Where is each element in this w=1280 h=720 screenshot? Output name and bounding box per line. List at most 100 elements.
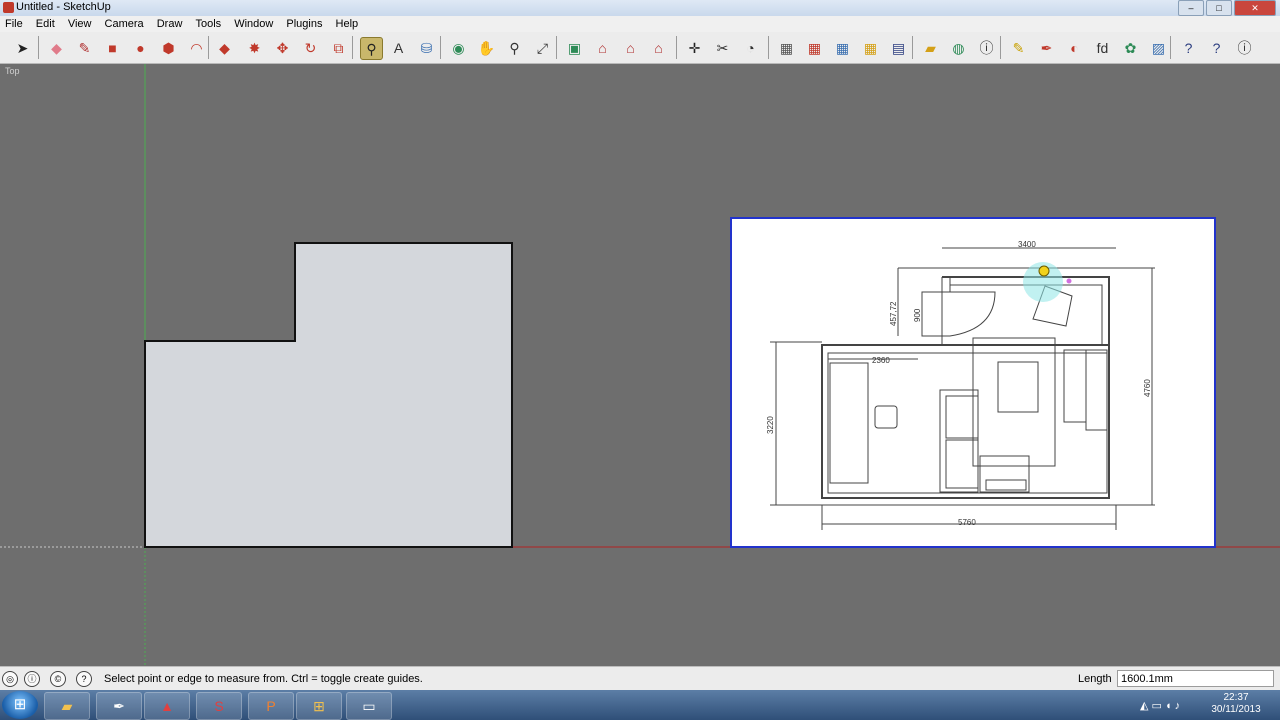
iso-view-icon[interactable]: ⌂ [592,37,613,58]
eraser-tool-icon[interactable]: ◆ [46,37,67,58]
menu-file[interactable]: File [0,16,28,32]
main-toolbar: ➤ ◆ ✎ ■ ● ⬢ ◠ ◆ ✸ ✥ ↻ ⧉ ⚲ A ⛁ ◉ ✋ ⚲ ⤢ ▣ ⌂ ⌂ ⌂ ✛ ✂ ◔ ▦ ▦ ▦ ▦ ▤ ▰ ◍ ⓘ ✎ ✒ ◐ fd ✿… [0,32,1280,64]
menu-help[interactable]: Help [331,16,364,32]
model-canvas[interactable]: 3400 457,72 900 2360 3220 4760 5760 [0,64,1280,666]
menu-edit[interactable]: Edit [31,16,60,32]
clock-time: 22:37 [1223,692,1249,703]
help-question-icon[interactable]: ? [1206,37,1227,58]
dim-bottom: 5760 [958,518,976,527]
pencil-plugin-icon[interactable]: ✎ [1008,37,1029,58]
windows-task-icon[interactable]: ⊞ [296,692,342,720]
toolbar-separator [676,36,677,59]
rectangle-tool-icon[interactable]: ■ [102,37,123,58]
rotate-tool-icon[interactable]: ↻ [300,37,321,58]
zoom-tool-icon[interactable]: ⚲ [504,37,525,58]
maximize-button[interactable]: □ [1206,0,1232,16]
menu-tools[interactable]: Tools [190,16,226,32]
toolbar-separator [38,36,39,59]
toolbar-separator [1000,36,1001,59]
dim-top: 3400 [1018,240,1036,249]
dim-left: 3220 [766,416,775,434]
inkscape-task-icon[interactable]: ✒ [96,692,142,720]
polygon-tool-icon[interactable]: ⬢ [158,37,179,58]
windows-taskbar: ⊞ ▰ ✒ ▲ S P ⊞ ▭ ◭ ▭ ◖ ♪ 22:37 30/11/2013 [0,690,1280,720]
save-icon[interactable]: ▤ [888,37,909,58]
pencil-tool-icon[interactable]: ✎ [74,37,95,58]
window-task-icon[interactable]: ▭ [346,692,392,720]
text-tool-icon[interactable]: A [388,37,409,58]
folder-icon[interactable]: ▰ [920,37,941,58]
orbit-tool-icon[interactable]: ◉ [448,37,469,58]
import-icon[interactable]: ▦ [776,37,797,58]
top-view-icon[interactable]: ⌂ [620,37,641,58]
clock-date: 30/11/2013 [1211,704,1261,715]
start-button[interactable]: ⊞ [2,691,38,719]
title-bar: Untitled - SketchUp – □ ✕ [0,0,1280,16]
help-status-icon[interactable]: ? [76,671,92,687]
tape-measure-tool-icon[interactable]: ⚲ [360,37,383,60]
walk-tool-icon[interactable]: ◔ [740,37,761,58]
export-icon[interactable]: ▦ [804,37,825,58]
window-title: Untitled - SketchUp [16,1,111,13]
select-tool-icon[interactable]: ➤ [12,37,33,58]
image-plugin-icon[interactable]: ▨ [1148,37,1169,58]
zoom-extents-icon[interactable]: ⤢ [532,37,553,58]
arc-tool-icon[interactable]: ◠ [186,37,207,58]
dim-right: 4760 [1143,379,1152,397]
inference-point-icon [1066,278,1072,284]
info-icon[interactable]: ⓘ [1234,37,1255,58]
menu-view[interactable]: View [63,16,97,32]
scale-tool-icon[interactable]: ⧉ [328,37,349,58]
dim-inner-left: 900 [913,308,922,322]
powerpoint-task-icon[interactable]: P [248,692,294,720]
push-pull-tool-icon[interactable]: ◆ [214,37,235,58]
menu-bar: File Edit View Camera Draw Tools Window … [0,16,1280,33]
minimize-button[interactable]: – [1178,0,1204,16]
fire-icon[interactable]: ▦ [860,37,881,58]
model-info-icon[interactable]: ⓘ [976,37,997,58]
component-icon[interactable]: ▣ [564,37,585,58]
move-tool-icon[interactable]: ✥ [272,37,293,58]
sphere-icon[interactable]: ◐ [1064,37,1085,58]
floor-face[interactable] [144,242,513,548]
toolbar-separator [208,36,209,59]
sketchup-app-icon [3,2,14,13]
system-tray[interactable]: ◭ ▭ ◖ ♪ [1140,699,1180,712]
plant-icon[interactable]: ✿ [1120,37,1141,58]
acrobat-task-icon[interactable]: ▲ [144,692,190,720]
credits-icon[interactable]: ⓘ [24,671,40,687]
paint-bucket-icon[interactable]: ⛁ [416,37,437,58]
floor-plan-image[interactable]: 3400 457,72 900 2360 3220 4760 5760 [730,217,1216,548]
menu-camera[interactable]: Camera [100,16,149,32]
view-label: Top [5,66,20,76]
close-button[interactable]: ✕ [1234,0,1276,16]
drawing-viewport[interactable]: Top 3400 457,72 900 2360 3220 4760 5760 [0,64,1280,666]
follow-me-tool-icon[interactable]: ✸ [244,37,265,58]
toolbar-separator [556,36,557,59]
section-plane-icon[interactable]: ✂ [712,37,733,58]
circle-tool-icon[interactable]: ● [130,37,151,58]
axes-icon[interactable]: ✛ [684,37,705,58]
toolbar-separator [768,36,769,59]
status-bar: ◎ ⓘ © ? Select point or edge to measure … [0,666,1280,691]
photo-match-icon[interactable]: ▦ [832,37,853,58]
measurements-input[interactable]: 1600.1mm [1117,670,1274,687]
instructor-icon[interactable]: © [50,671,66,687]
toolbar-separator [1170,36,1171,59]
menu-plugins[interactable]: Plugins [281,16,327,32]
globe-icon[interactable]: ◍ [948,37,969,58]
pan-tool-icon[interactable]: ✋ [476,37,497,58]
window-controls: – □ ✕ [1178,0,1276,16]
sketchup-task-icon[interactable]: S [196,692,242,720]
menu-draw[interactable]: Draw [152,16,188,32]
explorer-task-icon[interactable]: ▰ [44,692,90,720]
status-message: Select point or edge to measure from. Ct… [104,673,423,685]
fd-plugin-icon[interactable]: fd [1092,37,1113,58]
menu-window[interactable]: Window [229,16,278,32]
clock[interactable]: 22:37 30/11/2013 [1200,692,1272,716]
eyedropper-icon[interactable]: ✒ [1036,37,1057,58]
dim-left-top: 457,72 [889,301,898,326]
front-view-icon[interactable]: ⌂ [648,37,669,58]
help-icon[interactable]: ? [1178,37,1199,58]
geo-location-icon[interactable]: ◎ [2,671,18,687]
